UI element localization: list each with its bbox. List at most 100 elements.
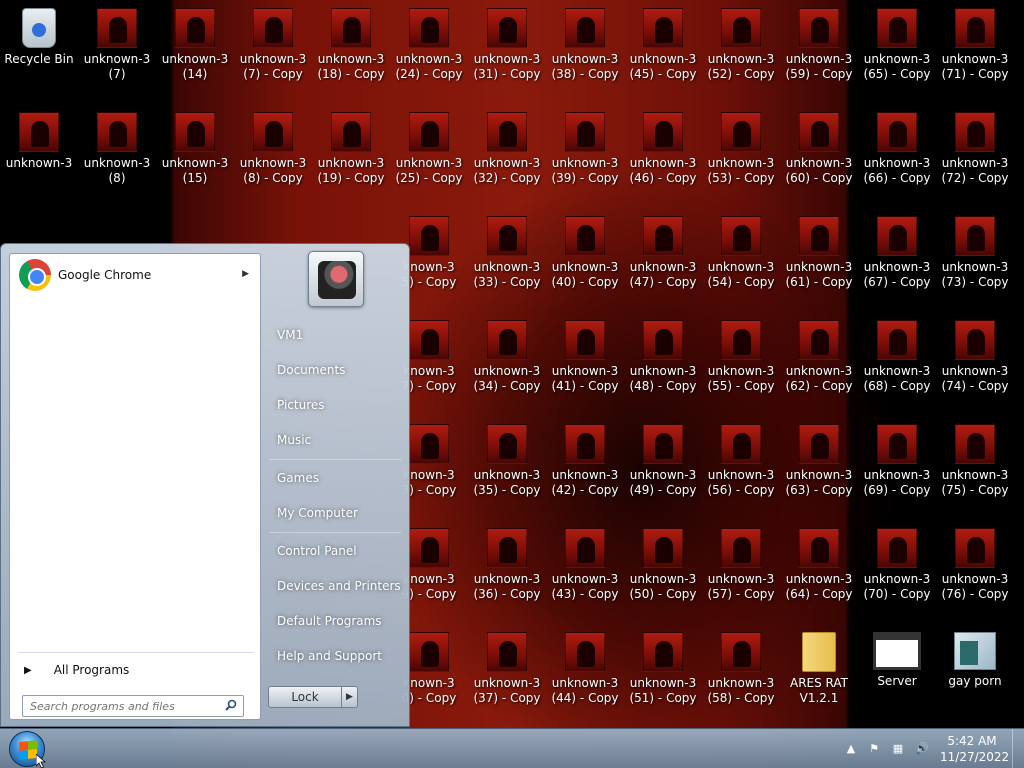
desktop-file[interactable]: unknown-3 (61) - Copy	[780, 210, 858, 310]
desktop-file[interactable]: unknown-3 (37) - Copy	[468, 626, 546, 726]
desktop-file[interactable]: unknown-3 (71) - Copy	[936, 2, 1014, 102]
program-google-chrome[interactable]: Google Chrome ▶	[13, 259, 257, 291]
desktop-file[interactable]: unknown-3 (55) - Copy	[702, 314, 780, 414]
desktop-file[interactable]: unknown-3	[0, 106, 78, 206]
desktop-file[interactable]: unknown-3 (49) - Copy	[624, 418, 702, 518]
desktop-file[interactable]: unknown-3 (75) - Copy	[936, 418, 1014, 518]
all-programs-label: All Programs	[53, 663, 130, 677]
search-box[interactable]	[22, 695, 244, 717]
icon-label: unknown-3	[785, 572, 853, 586]
search-input[interactable]	[23, 696, 218, 716]
desktop-file[interactable]: unknown-3 (44) - Copy	[546, 626, 624, 726]
desktop-file[interactable]: Server	[858, 626, 936, 726]
desktop-file[interactable]: unknown-3 (34) - Copy	[468, 314, 546, 414]
desktop-file[interactable]: unknown-3 (24) - Copy	[390, 2, 468, 102]
icon-label: unknown-3	[161, 156, 229, 170]
desktop-file[interactable]: unknown-3 (14)	[156, 2, 234, 102]
start-item-music[interactable]: Music	[269, 426, 401, 454]
desktop-file[interactable]: unknown-3 (31) - Copy	[468, 2, 546, 102]
desktop-file[interactable]: unknown-3 (36) - Copy	[468, 522, 546, 622]
network-icon[interactable]: ▦	[890, 741, 906, 757]
desktop-file[interactable]: unknown-3 (8)	[78, 106, 156, 206]
icon-label: unknown-3	[83, 52, 151, 66]
start-item-pictures[interactable]: Pictures	[269, 391, 401, 419]
desktop-file[interactable]: unknown-3 (18) - Copy	[312, 2, 390, 102]
desktop-file[interactable]: unknown-3 (54) - Copy	[702, 210, 780, 310]
desktop-file[interactable]: unknown-3 (57) - Copy	[702, 522, 780, 622]
desktop-file[interactable]: unknown-3 (45) - Copy	[624, 2, 702, 102]
jump-list-arrow-icon[interactable]: ▶	[242, 269, 249, 279]
image-file-icon	[955, 528, 995, 568]
desktop-file[interactable]: unknown-3 (39) - Copy	[546, 106, 624, 206]
icon-label: unknown-3	[941, 156, 1009, 170]
all-programs-button[interactable]: ▶ All Programs	[18, 659, 254, 681]
desktop-file[interactable]: unknown-3 (35) - Copy	[468, 418, 546, 518]
desktop-file[interactable]: gay porn	[936, 626, 1014, 726]
desktop-file[interactable]: unknown-3 (62) - Copy	[780, 314, 858, 414]
desktop-file[interactable]: unknown-3 (33) - Copy	[468, 210, 546, 310]
desktop-file[interactable]: unknown-3 (53) - Copy	[702, 106, 780, 206]
desktop-file[interactable]: unknown-3 (72) - Copy	[936, 106, 1014, 206]
desktop-file[interactable]: unknown-3 (76) - Copy	[936, 522, 1014, 622]
icon-label: unknown-3	[317, 156, 385, 170]
start-item-my-computer[interactable]: My Computer	[269, 499, 401, 527]
desktop-file[interactable]: unknown-3 (38) - Copy	[546, 2, 624, 102]
image-file-icon	[799, 112, 839, 152]
start-item-default-programs[interactable]: Default Programs	[269, 607, 401, 635]
image-file-icon	[955, 112, 995, 152]
desktop-file[interactable]: unknown-3 (63) - Copy	[780, 418, 858, 518]
desktop-file[interactable]: unknown-3 (56) - Copy	[702, 418, 780, 518]
volume-icon[interactable]: 🔊	[914, 741, 930, 757]
start-item-control-panel[interactable]: Control Panel	[269, 537, 401, 565]
image-file-icon	[643, 320, 683, 360]
start-item-vm1[interactable]: VM1	[269, 321, 401, 349]
user-picture[interactable]	[308, 251, 364, 307]
desktop-file[interactable]: unknown-3 (50) - Copy	[624, 522, 702, 622]
desktop-file[interactable]: unknown-3 (65) - Copy	[858, 2, 936, 102]
start-item-help-and-support[interactable]: Help and Support	[269, 642, 401, 670]
desktop-file[interactable]: unknown-3 (73) - Copy	[936, 210, 1014, 310]
desktop-file[interactable]: unknown-3 (19) - Copy	[312, 106, 390, 206]
desktop-file[interactable]: unknown-3 (52) - Copy	[702, 2, 780, 102]
desktop-file[interactable]: unknown-3 (46) - Copy	[624, 106, 702, 206]
icon-label: unknown-3	[551, 676, 619, 690]
shutdown-options-arrow-icon[interactable]: ▶	[341, 686, 358, 708]
desktop-file[interactable]: unknown-3 (43) - Copy	[546, 522, 624, 622]
desktop-file[interactable]: unknown-3 (42) - Copy	[546, 418, 624, 518]
desktop-file[interactable]: unknown-3 (64) - Copy	[780, 522, 858, 622]
desktop-file[interactable]: unknown-3 (51) - Copy	[624, 626, 702, 726]
lock-button[interactable]: Lock	[268, 686, 342, 708]
desktop-file[interactable]: unknown-3 (32) - Copy	[468, 106, 546, 206]
desktop-file[interactable]: unknown-3 (41) - Copy	[546, 314, 624, 414]
search-icon[interactable]	[225, 699, 237, 711]
icon-label: Server	[877, 674, 917, 688]
clock[interactable]: 5:42 AM 11/27/2022	[940, 733, 1009, 765]
desktop-file[interactable]: unknown-3 (69) - Copy	[858, 418, 936, 518]
desktop-file[interactable]: unknown-3 (67) - Copy	[858, 210, 936, 310]
desktop-file[interactable]: unknown-3 (74) - Copy	[936, 314, 1014, 414]
show-hidden-icons-icon[interactable]: ▲	[846, 741, 856, 757]
desktop-file[interactable]: unknown-3 (15)	[156, 106, 234, 206]
start-item-documents[interactable]: Documents	[269, 356, 401, 384]
desktop-file[interactable]: unknown-3 (68) - Copy	[858, 314, 936, 414]
desktop-file[interactable]: unknown-3 (47) - Copy	[624, 210, 702, 310]
desktop-file[interactable]: unknown-3 (66) - Copy	[858, 106, 936, 206]
desktop-folder[interactable]: ARES RAT V1.2.1	[780, 626, 858, 726]
desktop-file[interactable]: unknown-3 (70) - Copy	[858, 522, 936, 622]
show-desktop-button[interactable]	[1012, 729, 1024, 768]
image-file-icon	[721, 528, 761, 568]
desktop-file[interactable]: unknown-3 (7)	[78, 2, 156, 102]
desktop-file[interactable]: unknown-3 (59) - Copy	[780, 2, 858, 102]
desktop-file[interactable]: unknown-3 (58) - Copy	[702, 626, 780, 726]
desktop-file[interactable]: unknown-3 (7) - Copy	[234, 2, 312, 102]
desktop-file[interactable]: unknown-3 (8) - Copy	[234, 106, 312, 206]
start-item-games[interactable]: Games	[269, 464, 401, 492]
recycle-bin-icon[interactable]: Recycle Bin	[0, 2, 78, 102]
image-file-icon	[565, 424, 605, 464]
action-center-icon[interactable]: ⚑	[866, 741, 882, 757]
desktop-file[interactable]: unknown-3 (60) - Copy	[780, 106, 858, 206]
desktop-file[interactable]: unknown-3 (40) - Copy	[546, 210, 624, 310]
desktop-file[interactable]: unknown-3 (48) - Copy	[624, 314, 702, 414]
start-item-devices-and-printers[interactable]: Devices and Printers	[269, 572, 401, 600]
desktop-file[interactable]: unknown-3 (25) - Copy	[390, 106, 468, 206]
